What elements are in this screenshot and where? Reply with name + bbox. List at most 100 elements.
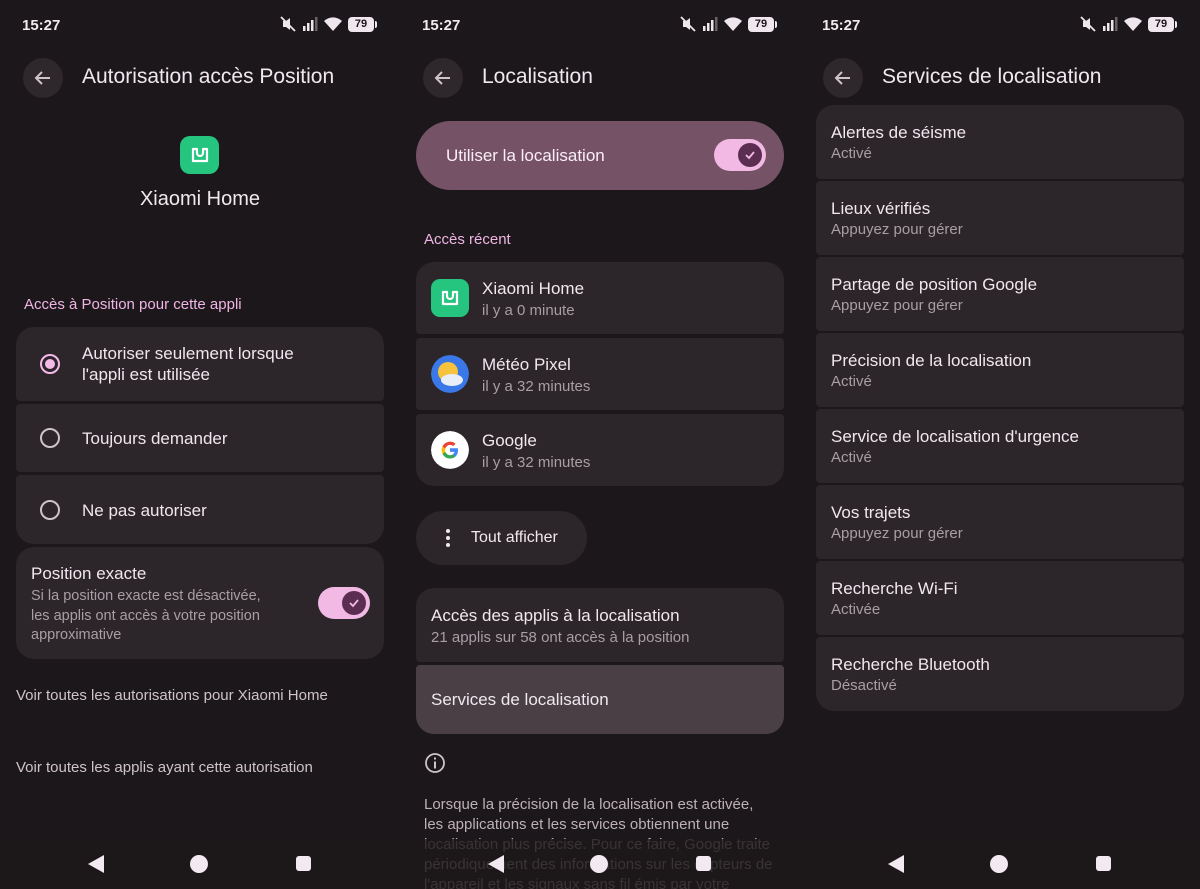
recent-app-row[interactable]: Météo Pixel il y a 32 minutes [416,338,784,410]
recent-app-row[interactable]: Xiaomi Home il y a 0 minute [416,262,784,334]
show-all-button[interactable]: Tout afficher [416,511,587,565]
option-label: Toujours demander [82,429,228,448]
app-access-title: Accès des applis à la localisation [431,606,680,625]
exact-location-toggle[interactable] [318,587,370,619]
signal-icon [1103,17,1118,31]
back-button[interactable] [423,58,463,98]
service-title: Lieux vérifiés [831,199,931,218]
option-always-ask[interactable]: Toujours demander [16,404,384,472]
exact-location-desc: les applis ont accès à votre position [31,607,260,624]
xiaomi-home-icon [431,279,469,317]
nav-recents-icon[interactable] [296,856,311,871]
exact-location-desc: approximative [31,627,122,643]
wifi-icon [324,17,342,31]
check-icon [349,599,359,608]
signal-icon [703,17,718,31]
nav-back-icon[interactable] [488,855,504,873]
service-status: Appuyez pour gérer [831,525,963,542]
arrow-back-icon [34,71,50,85]
app-permission-screen: 15:27 79 Autorisation accès Position Xia… [0,0,400,889]
option-deny[interactable]: Ne pas autoriser [16,475,384,544]
back-button[interactable] [823,58,863,98]
use-location-toggle[interactable] [714,139,766,171]
see-all-permissions-link[interactable]: Voir toutes les autorisations pour Xiaom… [16,687,328,704]
weather-icon [431,355,469,393]
nav-back-icon[interactable] [88,855,104,873]
radio-button[interactable] [40,428,60,448]
service-title: Partage de position Google [831,275,1038,294]
service-title: Précision de la localisation [831,351,1032,370]
nav-recents-icon[interactable] [1096,856,1111,871]
service-row[interactable]: Recherche Wi-Fi Activée [816,561,1184,635]
see-all-apps-link[interactable]: Voir toutes les applis ayant cette autor… [16,759,313,776]
access-time: il y a 0 minute [482,302,575,319]
location-services-label: Services de localisation [431,690,609,709]
clock: 15:27 [822,17,861,34]
recent-access-header: Accès récent [424,231,511,248]
nav-back-icon[interactable] [888,855,904,873]
service-title: Service de localisation d'urgence [831,427,1080,446]
navigation-bar [800,839,1200,889]
xiaomi-home-icon [180,136,219,174]
service-status: Désactivé [831,677,897,694]
service-status: Appuyez pour gérer [831,297,963,314]
page-title: Autorisation accès Position [82,65,335,88]
vibrate-mute-icon [680,16,696,32]
option-label: l'appli est utilisée [82,365,210,384]
exact-location-desc: Si la position exacte est désactivée, [31,588,261,604]
access-time: il y a 32 minutes [482,378,591,395]
exact-location-row[interactable]: Position exacte Si la position exacte es… [16,547,384,659]
location-services-screen: 15:27 79 Services de localisation Alerte… [800,0,1200,889]
arrow-back-icon [834,71,850,85]
vibrate-mute-icon [280,16,296,32]
nav-home-icon[interactable] [590,855,608,873]
service-status: Activé [831,373,872,390]
option-label: Ne pas autoriser [82,501,207,520]
service-status: Activé [831,449,872,466]
service-row[interactable]: Lieux vérifiés Appuyez pour gérer [816,181,1184,255]
radio-button-selected[interactable] [40,354,60,374]
service-title: Recherche Wi-Fi [831,579,958,598]
clock: 15:27 [22,17,61,34]
wifi-icon [1124,17,1142,31]
nav-recents-icon[interactable] [696,856,711,871]
app-location-access-row[interactable]: Accès des applis à la localisation 21 ap… [416,588,784,662]
app-name: Météo Pixel [482,355,571,374]
status-bar: 15:27 79 [800,14,1200,38]
clock: 15:27 [422,17,461,34]
vibrate-mute-icon [1080,16,1096,32]
signal-icon [303,17,318,31]
service-row[interactable]: Précision de la localisation Activé [816,333,1184,407]
location-settings-screen: 15:27 79 Localisation Utiliser la locali… [400,0,800,889]
service-status: Activée [831,601,881,618]
service-row[interactable]: Service de localisation d'urgence Activé [816,409,1184,483]
app-name: Xiaomi Home [482,279,585,298]
service-row[interactable]: Vos trajets Appuyez pour gérer [816,485,1184,559]
nav-home-icon[interactable] [190,855,208,873]
service-title: Recherche Bluetooth [831,655,990,674]
battery-indicator: 79 [748,16,777,32]
back-button[interactable] [23,58,63,98]
service-row[interactable]: Alertes de séisme Activé [816,105,1184,179]
radio-button[interactable] [40,500,60,520]
nav-home-icon[interactable] [990,855,1008,873]
service-row[interactable]: Partage de position Google Appuyez pour … [816,257,1184,331]
service-title: Vos trajets [831,503,911,522]
page-title: Localisation [482,65,593,88]
battery-indicator: 79 [348,16,377,32]
option-allow-while-using[interactable]: Autoriser seulement lorsque l'appli est … [16,327,384,401]
use-location-row[interactable]: Utiliser la localisation [416,121,784,190]
app-access-summary: 21 applis sur 58 ont accès à la position [431,629,690,646]
info-icon [425,753,445,773]
access-time: il y a 32 minutes [482,454,591,471]
app-name: Xiaomi Home [139,188,261,210]
service-title: Alertes de séisme [831,123,967,142]
service-row[interactable]: Recherche Bluetooth Désactivé [816,637,1184,711]
navigation-bar [0,839,400,889]
recent-app-row[interactable]: Google il y a 32 minutes [416,414,784,486]
check-icon [745,151,755,160]
option-label: Autoriser seulement lorsque [82,344,294,363]
use-location-label: Utiliser la localisation [446,146,605,165]
page-title: Services de localisation [882,65,1102,88]
location-services-row[interactable]: Services de localisation [416,665,784,734]
